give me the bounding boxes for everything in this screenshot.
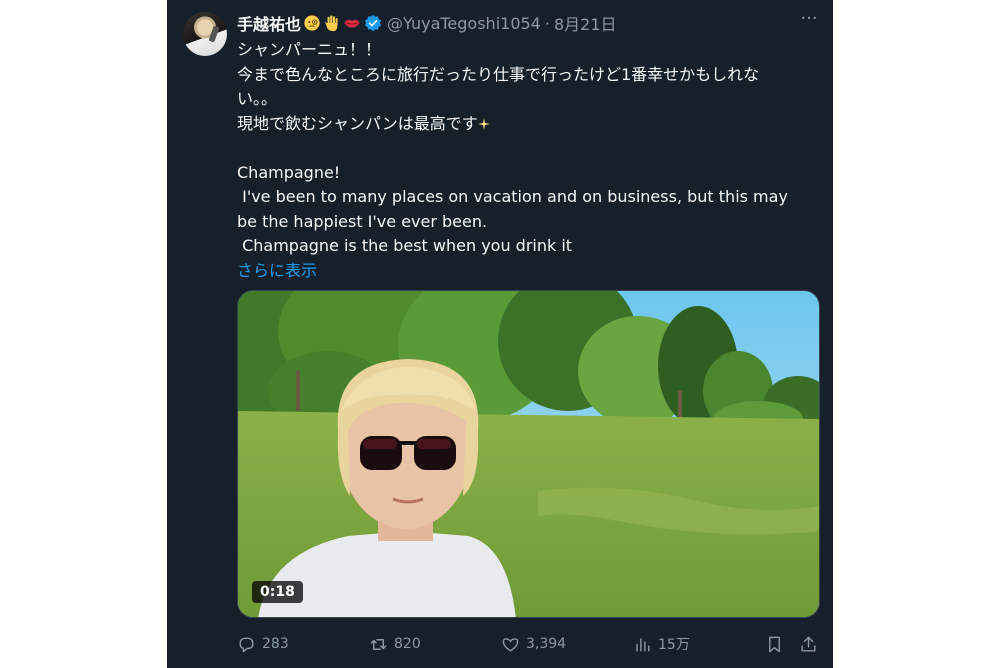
verified-badge-icon bbox=[364, 14, 382, 32]
like-icon bbox=[502, 637, 519, 652]
text-line: 現地で飲むシャンパンは最高です bbox=[237, 112, 817, 137]
reply-icon bbox=[239, 636, 254, 652]
retweet-count: 820 bbox=[394, 636, 421, 652]
reply-count: 283 bbox=[262, 636, 289, 652]
avatar[interactable] bbox=[183, 12, 227, 56]
english-line: Champagne is the best when you drink it bbox=[237, 236, 573, 255]
tweet-date[interactable]: 8月21日 bbox=[554, 11, 617, 35]
english-line: be the happiest I've ever been. bbox=[237, 211, 488, 231]
english-line: I've been to many places on vacation and… bbox=[237, 187, 788, 206]
video-thumbnail bbox=[238, 291, 819, 617]
text-line: い。。 bbox=[237, 89, 278, 108]
share-button[interactable] bbox=[799, 635, 824, 654]
tweet-card[interactable]: 手越祐也 @YuyaTegoshi1054 · 8月21日 ··· シャンパーニ… bbox=[167, 0, 833, 668]
views-count: 15万 bbox=[658, 637, 690, 653]
bookmark-icon bbox=[769, 636, 780, 652]
user-handle[interactable]: @YuyaTegoshi1054 bbox=[387, 14, 541, 33]
text-line: シャンパーニュ！！ bbox=[237, 40, 382, 59]
separator: · bbox=[544, 13, 550, 33]
english-line: Champagne! bbox=[237, 162, 341, 182]
tweet-text: シャンパーニュ！！ 今まで色んなところに旅行だったり仕事で行ったけど1番幸せかも… bbox=[237, 38, 817, 283]
sparkle-icon bbox=[477, 118, 490, 130]
retweet-icon bbox=[370, 638, 387, 650]
display-name[interactable]: 手越祐也 bbox=[237, 11, 301, 35]
monocle-face-icon bbox=[304, 15, 320, 31]
share-icon bbox=[801, 636, 816, 652]
video-duration: 0:18 bbox=[252, 581, 303, 603]
text-line: 今まで色んなところに旅行だったり仕事で行ったけど1番幸せかもしれな bbox=[237, 64, 760, 84]
tweet-header: 手越祐也 @YuyaTegoshi1054 · 8月21日 bbox=[237, 11, 817, 35]
raised-hand-icon bbox=[325, 15, 338, 32]
show-more-link[interactable]: さらに表示 bbox=[237, 259, 817, 284]
retweet-button[interactable]: 820 bbox=[369, 635, 421, 654]
video-player[interactable]: 0:18 bbox=[237, 290, 820, 618]
tweet-actions: 283 820 3,394 15万 bbox=[237, 631, 822, 657]
lips-icon bbox=[344, 19, 360, 28]
like-count: 3,394 bbox=[526, 636, 567, 652]
views-button[interactable]: 15万 bbox=[633, 634, 690, 654]
like-button[interactable]: 3,394 bbox=[501, 635, 566, 654]
reply-button[interactable]: 283 bbox=[237, 635, 289, 654]
text-line-content: 現地で飲むシャンパンは最高です bbox=[237, 113, 478, 133]
bookmark-button[interactable] bbox=[765, 635, 790, 654]
views-icon bbox=[636, 637, 650, 652]
more-icon[interactable]: ··· bbox=[799, 10, 819, 30]
